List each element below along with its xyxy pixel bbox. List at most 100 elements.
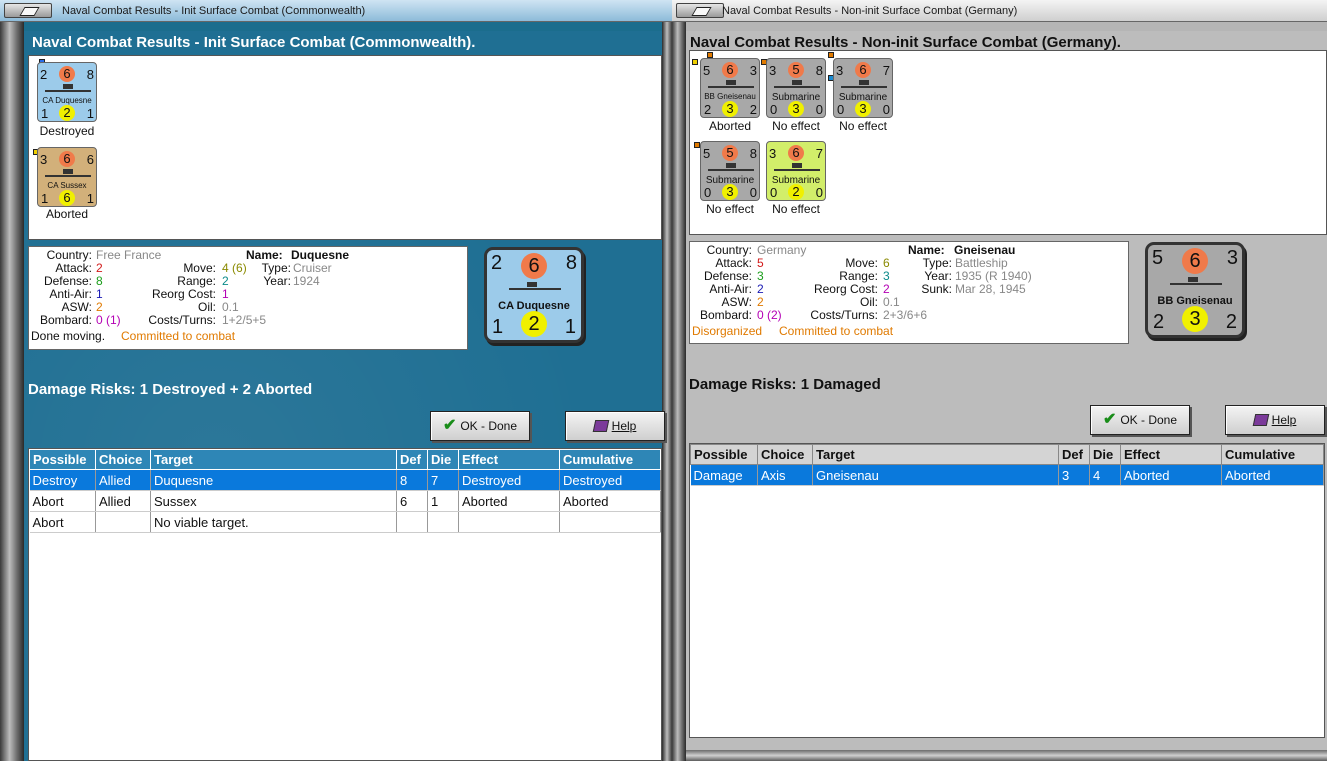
table-row[interactable]: Abort Allied Sussex 6 1 Aborted Aborted	[29, 490, 661, 512]
type-label: Type:	[922, 256, 952, 270]
type-label: Type:	[261, 261, 291, 275]
cell-def: 3	[1058, 464, 1090, 486]
bombard-label: Bombard:	[39, 313, 92, 327]
cell-die: 4	[1089, 464, 1121, 486]
col-cumulative[interactable]: Cumulative	[1221, 444, 1324, 465]
year-label: Year:	[924, 269, 952, 283]
col-def[interactable]: Def	[1058, 444, 1090, 465]
counter-bl: 1	[492, 316, 504, 338]
ok-done-label: OK - Done	[1120, 413, 1178, 427]
ok-done-button[interactable]: ✔ OK - Done	[430, 411, 530, 441]
counter-br: 2	[1225, 311, 1237, 333]
antiair-value: 2	[757, 282, 764, 296]
help-label: Help	[1271, 413, 1297, 427]
attack-label: Attack:	[715, 256, 752, 270]
cell-cumulative: Destroyed	[559, 469, 661, 491]
table-row[interactable]: Abort No viable target.	[29, 511, 661, 533]
unit-attack: 3	[836, 63, 844, 78]
help-label: Help	[611, 419, 637, 433]
submarine-icon	[841, 80, 887, 88]
cell-cumulative: Aborted	[1221, 464, 1324, 486]
range-label: Range:	[177, 274, 216, 288]
unit-counter-gneisenau[interactable]: 5 6 3 BB Gneisenau 2 3 2	[700, 58, 760, 118]
ok-done-label: OK - Done	[460, 419, 518, 433]
bombard-value: 0 (2)	[757, 308, 782, 322]
unit-bottom-right: 0	[882, 102, 890, 117]
unit-counter-submarine[interactable]: 3 6 7 Submarine 0 2 0	[766, 141, 826, 201]
counter-tr: 8	[565, 252, 577, 274]
col-choice[interactable]: Choice	[757, 444, 813, 465]
counter-top: 6	[1182, 248, 1208, 274]
left-unit-info: Country: Free France Attack: 2 Defense: …	[28, 246, 468, 350]
col-effect[interactable]: Effect	[458, 449, 560, 470]
move-value: 6	[883, 256, 890, 270]
ok-done-button[interactable]: ✔ OK - Done	[1090, 405, 1190, 435]
asw-label: ASW:	[721, 295, 752, 309]
right-titlebar[interactable]: Naval Combat Results - Non-init Surface …	[672, 0, 1327, 22]
cruiser-icon	[45, 169, 91, 177]
col-target[interactable]: Target	[150, 449, 397, 470]
help-button[interactable]: Help	[1225, 405, 1325, 435]
unit-bottom-left: 0	[770, 185, 778, 200]
costs-label: Costs/Turns:	[148, 313, 216, 327]
counter-bottom: 3	[1182, 306, 1208, 332]
oil-value: 0.1	[883, 295, 900, 309]
attack-label: Attack:	[55, 261, 92, 275]
reorg-label: Reorg Cost:	[151, 287, 216, 301]
help-button[interactable]: Help	[565, 411, 665, 441]
submarine-icon	[708, 163, 754, 171]
unit-attack: 5	[703, 63, 711, 78]
reorg-value: 2	[883, 282, 890, 296]
unit-bottom-value: 3	[722, 184, 738, 200]
oil-value: 0.1	[222, 300, 239, 314]
checkmark-icon: ✔	[442, 417, 457, 434]
unit-counter-submarine[interactable]: 5 5 8 Submarine 0 3 0	[700, 141, 760, 201]
move-number: 4	[222, 261, 229, 275]
window-menu-icon[interactable]	[4, 3, 52, 18]
window-menu-icon[interactable]	[676, 3, 724, 18]
unit-attack: 3	[40, 152, 48, 167]
unit-defense: 5	[788, 62, 804, 78]
move-extra: (6)	[232, 261, 247, 275]
cell-def	[396, 511, 428, 533]
unit-result: No effect	[839, 119, 887, 133]
unit-attack: 5	[703, 146, 711, 161]
col-target[interactable]: Target	[812, 444, 1059, 465]
name-label: Name:	[908, 243, 945, 257]
col-cumulative[interactable]: Cumulative	[559, 449, 661, 470]
unit-counter-submarine[interactable]: 3 6 7 Submarine 0 3 0	[833, 58, 893, 118]
col-effect[interactable]: Effect	[1120, 444, 1222, 465]
left-titlebar[interactable]: Naval Combat Results - Init Surface Comb…	[0, 0, 672, 22]
range-value: 3	[883, 269, 890, 283]
unit-bottom-left: 0	[704, 185, 712, 200]
country-value: Germany	[757, 243, 807, 257]
unit-defense: 6	[788, 145, 804, 161]
country-label: Country:	[46, 248, 92, 262]
cell-effect: Aborted	[458, 490, 560, 512]
col-die[interactable]: Die	[427, 449, 459, 470]
unit-counter-submarine[interactable]: 3 5 8 Submarine 0 3 0	[766, 58, 826, 118]
unit-name: CA Duquesne	[42, 96, 92, 105]
table-row[interactable]: Damage Axis Gneisenau 3 4 Aborted Aborte…	[690, 464, 1324, 486]
unit-result: Aborted	[45, 207, 89, 221]
right-results-grid: Possible Choice Target Def Die Effect Cu…	[689, 443, 1325, 738]
unit-range: 6	[86, 152, 94, 167]
status-disorganized: Disorganized	[692, 324, 763, 338]
unit-range: 7	[882, 63, 890, 78]
unit-counter-sussex[interactable]: 3 6 6 CA Sussex 1 6 1	[37, 147, 97, 207]
defense-label: Defense:	[703, 269, 752, 283]
cell-effect: Destroyed	[458, 469, 560, 491]
col-choice[interactable]: Choice	[95, 449, 151, 470]
table-row[interactable]: Destroy Allied Duquesne 8 7 Destroyed De…	[29, 469, 661, 491]
left-damage-risks: Damage Risks: 1 Destroyed + 2 Aborted	[28, 381, 313, 398]
col-possible[interactable]: Possible	[690, 444, 758, 465]
defense-value: 8	[96, 274, 103, 288]
cell-choice	[95, 511, 151, 533]
col-possible[interactable]: Possible	[29, 449, 96, 470]
col-die[interactable]: Die	[1089, 444, 1121, 465]
col-def[interactable]: Def	[396, 449, 428, 470]
cell-die: 7	[427, 469, 459, 491]
attack-value: 5	[757, 256, 764, 270]
asw-value: 2	[757, 295, 764, 309]
unit-counter-duquesne[interactable]: 2 6 8 CA Duquesne 1 2 1	[37, 62, 97, 122]
